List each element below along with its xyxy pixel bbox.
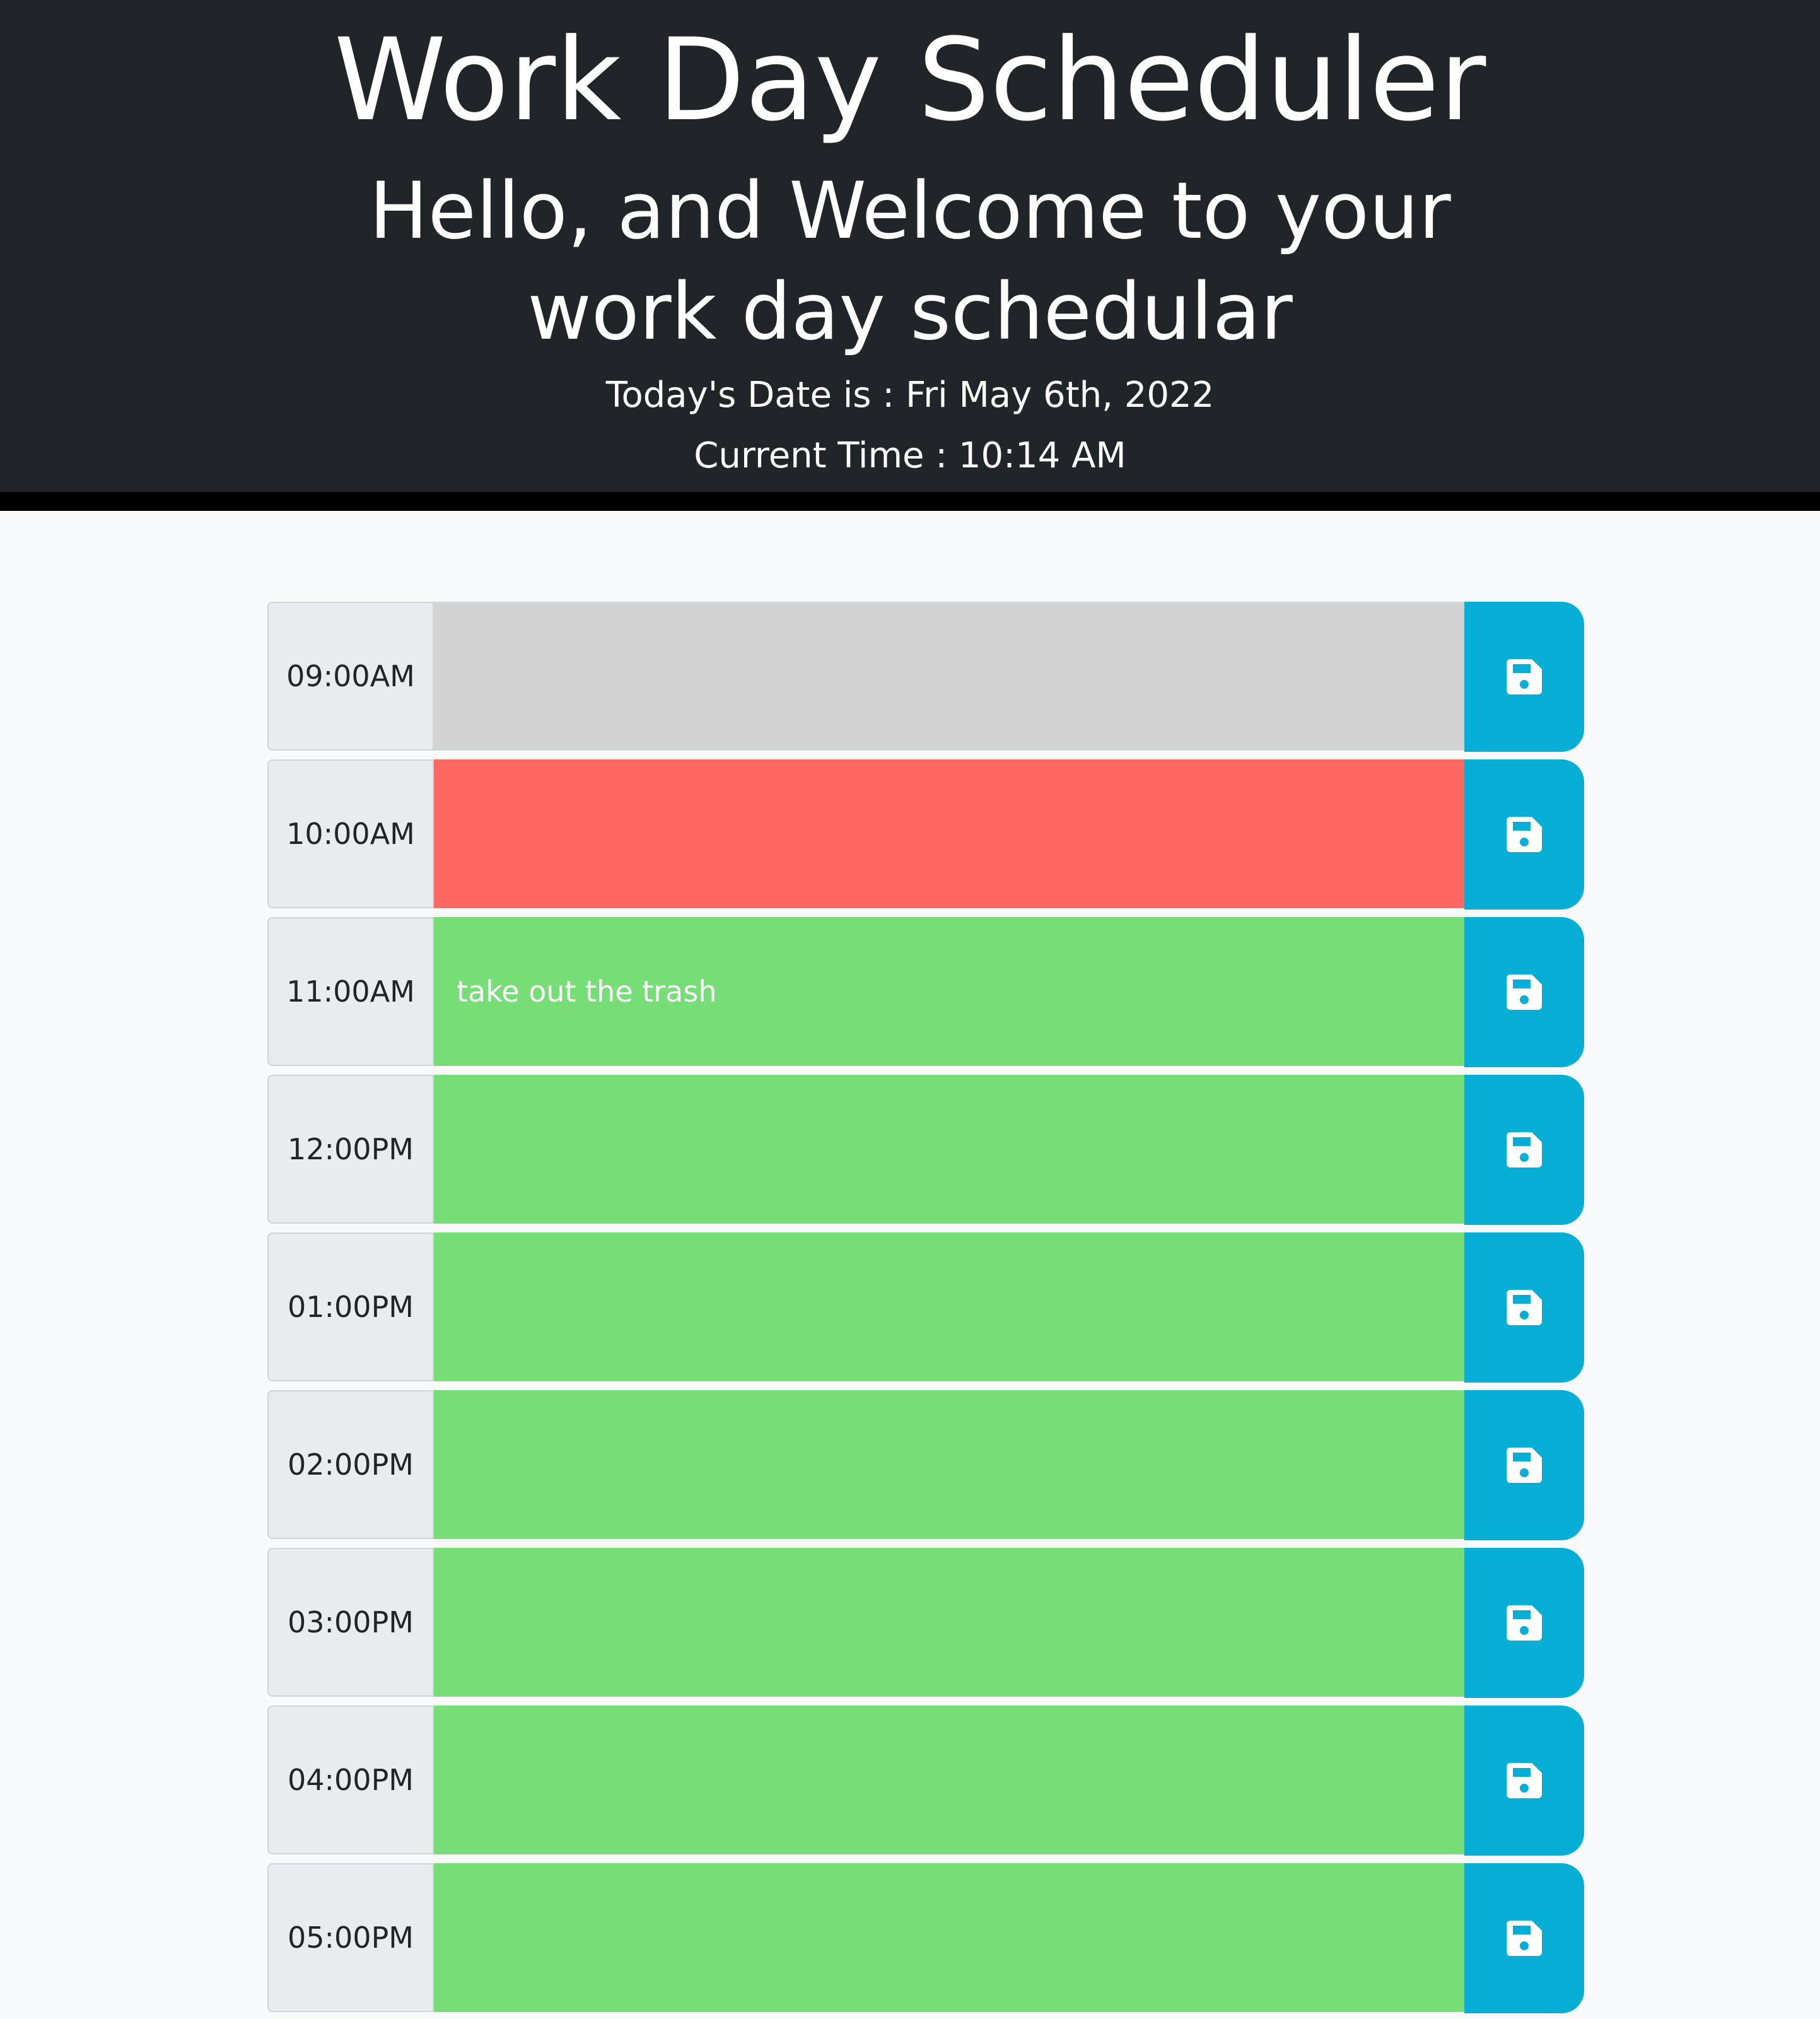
hour-label: 11:00AM [267, 917, 434, 1066]
hour-label: 09:00AM [267, 602, 434, 751]
save-button[interactable] [1464, 1390, 1584, 1540]
floppy-disk-icon [1507, 1448, 1542, 1483]
hour-label: 05:00PM [267, 1863, 434, 2012]
event-description-input[interactable] [434, 1390, 1468, 1539]
welcome-message: Hello, and Welcome to your work day sche… [369, 166, 1451, 358]
save-button[interactable] [1464, 1706, 1584, 1856]
hour-label: 10:00AM [267, 759, 434, 908]
header-divider [0, 492, 1820, 511]
hour-label: 01:00PM [267, 1232, 434, 1381]
hour-label: 03:00PM [267, 1548, 434, 1697]
current-time: Current Time : 10:14 AM [694, 435, 1126, 476]
save-button[interactable] [1464, 1075, 1584, 1225]
time-block: 09:00AM [267, 602, 1584, 753]
floppy-disk-icon [1507, 1763, 1542, 1798]
time-block: 10:00AM [267, 759, 1584, 911]
save-button[interactable] [1464, 917, 1584, 1067]
event-description-input[interactable] [434, 1548, 1468, 1697]
save-button[interactable] [1464, 1548, 1584, 1698]
event-description-input[interactable] [434, 602, 1468, 751]
save-button[interactable] [1464, 1863, 1584, 2013]
floppy-disk-icon [1507, 1132, 1542, 1168]
time-block: 02:00PM [267, 1390, 1584, 1542]
time-block: 03:00PM [267, 1548, 1584, 1699]
floppy-disk-icon [1507, 1605, 1542, 1641]
event-description-input[interactable] [434, 1863, 1468, 2012]
floppy-disk-icon [1507, 1921, 1542, 1956]
save-button[interactable] [1464, 1232, 1584, 1383]
save-button[interactable] [1464, 602, 1584, 752]
current-date: Today's Date is : Fri May 6th, 2022 [605, 375, 1215, 416]
time-block: 11:00AM take out the trash [267, 917, 1584, 1068]
time-block: 05:00PM [267, 1863, 1584, 2015]
floppy-disk-icon [1507, 974, 1542, 1010]
time-block: 12:00PM [267, 1075, 1584, 1226]
page-title: Work Day Scheduler [334, 15, 1486, 146]
time-block: 04:00PM [267, 1706, 1584, 1857]
save-button[interactable] [1464, 759, 1584, 910]
floppy-disk-icon [1507, 659, 1542, 694]
event-description-input[interactable]: take out the trash [434, 917, 1468, 1066]
page-header: Work Day Scheduler Hello, and Welcome to… [0, 0, 1820, 492]
floppy-disk-icon [1507, 1290, 1542, 1325]
hour-label: 04:00PM [267, 1706, 434, 1854]
floppy-disk-icon [1507, 817, 1542, 852]
hour-label: 12:00PM [267, 1075, 434, 1224]
hour-label: 02:00PM [267, 1390, 434, 1539]
event-description-input[interactable] [434, 1075, 1468, 1224]
time-block: 01:00PM [267, 1232, 1584, 1384]
event-description-input[interactable] [434, 1232, 1468, 1381]
event-description-input[interactable] [434, 1706, 1468, 1854]
event-description-input[interactable] [434, 759, 1468, 908]
